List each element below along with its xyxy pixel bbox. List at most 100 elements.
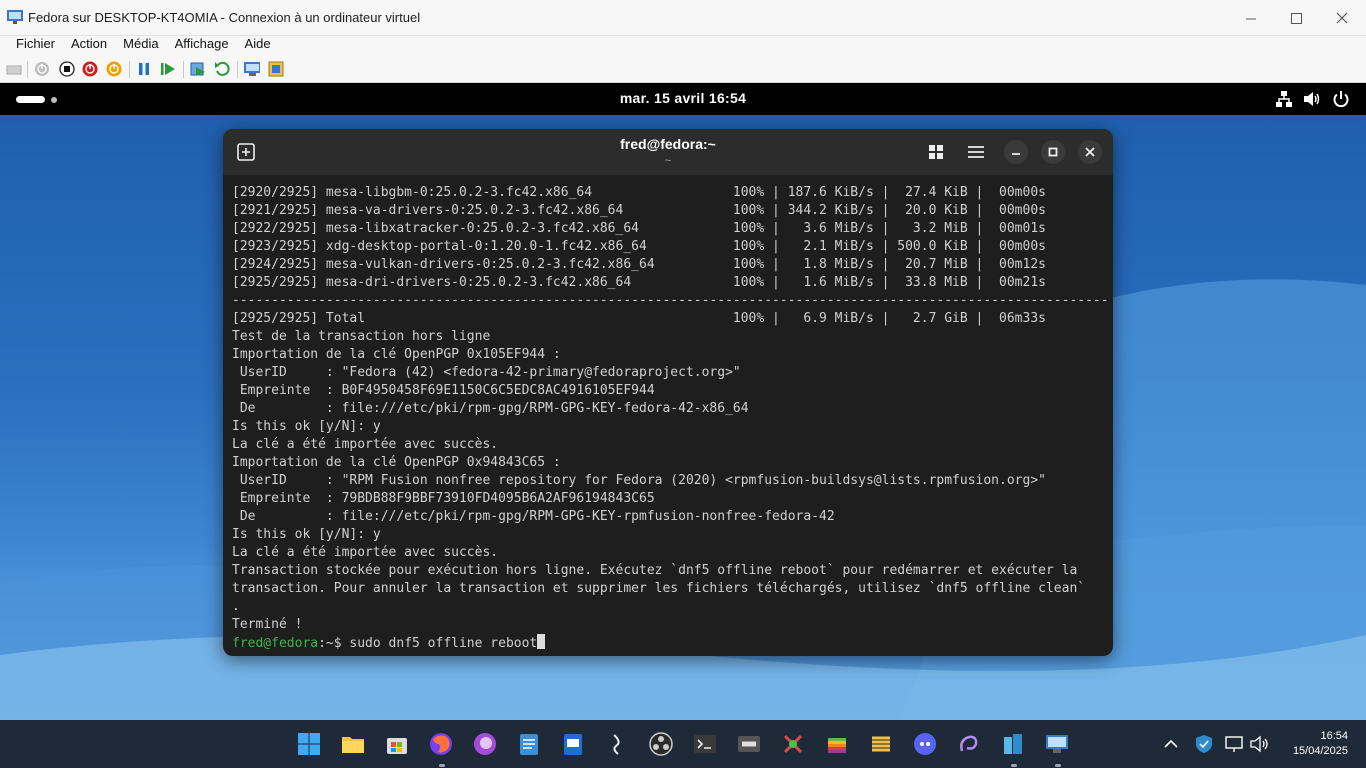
taskbar-clock[interactable]: 16:54 15/04/2025 [1293, 729, 1348, 759]
taskbar-obs[interactable] [649, 732, 673, 756]
terminal-line: Importation de la clé OpenPGP 0x94843C65… [232, 455, 561, 470]
close-icon [1336, 12, 1348, 24]
hamburger-icon [968, 146, 984, 158]
terminal-line: [2924/2925] mesa-vulkan-drivers-0:25.0.2… [232, 257, 1046, 272]
toolbar-separator [27, 61, 28, 78]
network-wired-icon[interactable] [1275, 90, 1293, 108]
power-gray-icon [35, 62, 49, 76]
close-button[interactable] [1319, 0, 1365, 36]
taskbar-store[interactable] [385, 732, 409, 756]
taskbar-time: 16:54 [1320, 730, 1348, 742]
menu-bar: Fichier Action Média Affichage Aide [0, 36, 1366, 56]
enhanced-session-icon [244, 62, 260, 76]
taskbar-discord[interactable] [913, 732, 937, 756]
main-menu-button[interactable] [964, 140, 988, 164]
menu-media[interactable]: Média [115, 36, 166, 56]
taskbar-app-apple[interactable] [825, 732, 849, 756]
taskbar-terminal[interactable] [693, 732, 717, 756]
terminal-output[interactable]: [2920/2925] mesa-libgbm-0:25.0.2-3.fc42.… [232, 184, 1107, 652]
browser-sphere-icon [474, 733, 496, 755]
menu-action[interactable]: Action [63, 36, 115, 56]
terminal-line: La clé a été importée avec succès. [232, 545, 499, 560]
start-menu-button[interactable] [297, 732, 321, 756]
terminal-line: Empreinte : 79BDB88F9BBF73910FD4095B6A2A… [232, 491, 655, 506]
security-tray-icon[interactable] [1193, 732, 1215, 756]
prompt-command: sudo dnf5 offline reboot [349, 636, 538, 651]
apple-icon [828, 738, 846, 753]
terminal-line: [2923/2925] xdg-desktop-portal-0:1.20.0-… [232, 239, 1046, 254]
taskbar-notepad[interactable] [517, 732, 541, 756]
power-menu-icon[interactable] [1332, 90, 1350, 108]
volume-tray-icon[interactable] [1249, 732, 1271, 756]
checkpoint-button[interactable] [190, 61, 206, 77]
terminal-prompt-line[interactable]: fred@fedora:~$ sudo dnf5 offline reboot [232, 634, 1107, 652]
volume-icon[interactable] [1303, 90, 1321, 108]
pause-button[interactable] [136, 61, 152, 77]
terminal-line: Is this ok [y/N]: y [232, 527, 381, 542]
show-hidden-icons-button[interactable] [1160, 732, 1182, 756]
resume-button[interactable] [160, 61, 176, 77]
terminal-line: [2922/2925] mesa-libxatracker-0:25.0.2-3… [232, 221, 1046, 236]
tab-overview-button[interactable] [924, 140, 948, 164]
grid-icon [929, 145, 943, 159]
buildings-icon [1004, 734, 1022, 754]
taskbar-firefox[interactable] [429, 732, 453, 756]
terminal-line: Empreinte : B0F4950458F69E1150C6C5EDC8AC… [232, 383, 655, 398]
taskbar-app-sphere[interactable] [473, 732, 497, 756]
minimize-icon [1245, 18, 1256, 19]
taskbar-app-swirl[interactable] [957, 732, 981, 756]
network-tray-icon[interactable] [1224, 732, 1246, 756]
windows-taskbar: 16:54 15/04/2025 [0, 720, 1366, 768]
start-button[interactable] [34, 61, 50, 77]
maximize-button[interactable] [1273, 0, 1319, 36]
folder-icon [342, 737, 364, 753]
taskbar-app-buildings[interactable] [1001, 732, 1025, 756]
terminal-line: Terminé ! [232, 617, 303, 632]
menu-aide[interactable]: Aide [237, 36, 279, 56]
turn-off-button[interactable] [59, 61, 75, 77]
prompt-user-host: fred@fedora [232, 636, 319, 651]
keyboard-icon [6, 65, 22, 75]
checkpoint-icon [190, 62, 205, 76]
taskbar-date: 15/04/2025 [1292, 745, 1348, 757]
revert-button[interactable] [214, 61, 230, 77]
power-orange-icon [106, 61, 122, 77]
tools-icon [783, 734, 803, 754]
maximize-icon [1290, 12, 1302, 24]
ctrl-alt-del-button[interactable] [6, 61, 22, 77]
obs-icon [649, 732, 673, 756]
gnome-clock[interactable]: mar. 15 avril 16:54 [0, 90, 1366, 106]
taskbar-hyperv-connection[interactable] [1045, 732, 1069, 756]
terminal-line: De : file:///etc/pki/rpm-gpg/RPM-GPG-KEY… [232, 509, 835, 524]
share-button[interactable] [268, 61, 284, 77]
save-state-button[interactable] [106, 61, 122, 77]
stack-icon [872, 736, 890, 752]
shield-icon [1196, 735, 1212, 753]
terminal-minimize-button[interactable] [1004, 140, 1028, 164]
terminal-line: [2920/2925] mesa-libgbm-0:25.0.2-3.fc42.… [232, 185, 1046, 200]
terminal-header: fred@fedora:~ ~ [223, 129, 1113, 175]
minimize-icon [1012, 153, 1020, 155]
terminal-line: [2925/2925] mesa-dri-drivers-0:25.0.2-3.… [232, 275, 1046, 290]
terminal-close-button[interactable] [1078, 140, 1102, 164]
terminal-maximize-button[interactable] [1041, 140, 1065, 164]
terminal-icon [694, 735, 716, 753]
menu-affichage[interactable]: Affichage [167, 36, 237, 56]
enhanced-session-button[interactable] [244, 61, 260, 77]
toolbar-separator [183, 61, 184, 78]
terminal-window[interactable]: fred@fedora:~ ~ [2920/2925] mesa-libgbm-… [223, 129, 1113, 656]
share-icon [268, 61, 284, 77]
minimize-button[interactable] [1228, 0, 1274, 36]
taskbar-c64-app[interactable] [737, 732, 761, 756]
taskbar-app-hook[interactable] [605, 732, 629, 756]
terminal-line: . [232, 599, 240, 614]
taskbar-document-app[interactable] [561, 732, 585, 756]
resume-play-icon [161, 63, 175, 75]
taskbar-file-explorer[interactable] [341, 732, 365, 756]
terminal-line: Importation de la clé OpenPGP 0x105EF944… [232, 347, 561, 362]
taskbar-app-tools[interactable] [781, 732, 805, 756]
terminal-line: [2925/2925] Total 100% | 6.9 MiB/s | 2.7… [232, 311, 1046, 326]
shutdown-button[interactable] [82, 61, 98, 77]
menu-fichier[interactable]: Fichier [8, 36, 63, 56]
taskbar-app-stack[interactable] [869, 732, 893, 756]
